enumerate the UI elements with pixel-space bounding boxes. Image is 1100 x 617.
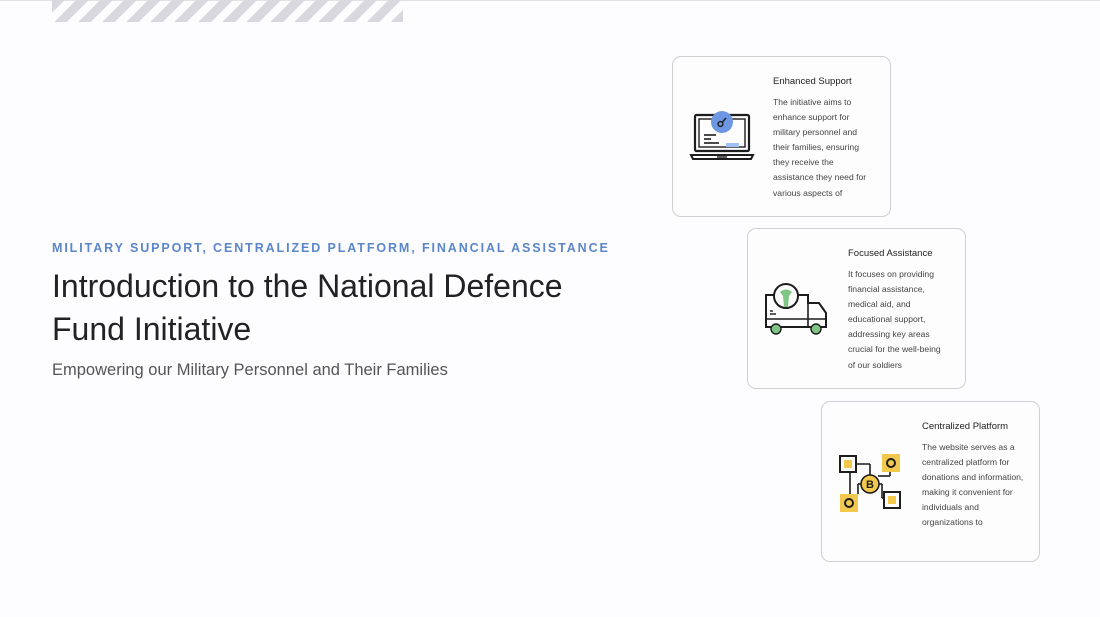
hero-section: MILITARY SUPPORT, CENTRALIZED PLATFORM, … xyxy=(52,241,652,380)
network-hub-letter: B xyxy=(866,479,874,491)
page-title-line-2: Fund Initiative xyxy=(52,311,252,347)
page-subtitle: Empowering our Military Personnel and Th… xyxy=(52,361,448,379)
card-title: Centralized Platform xyxy=(922,421,1009,432)
page-title: Introduction to the National Defence Fun… xyxy=(52,265,652,351)
card-title: Focused Assistance xyxy=(848,248,933,259)
card-description: The website serves as a centralized plat… xyxy=(922,442,1024,528)
card-description: It focuses on providing financial assist… xyxy=(848,269,941,370)
card-title: Enhanced Support xyxy=(773,76,852,87)
card-centralized-platform: B Centralized Platform The website serve… xyxy=(821,401,1040,562)
laptop-gauge-icon xyxy=(689,109,755,171)
card-focused-assistance: Focused Assistance It focuses on providi… xyxy=(747,228,966,389)
network-hub-icon: B xyxy=(838,454,904,516)
hero-tags: MILITARY SUPPORT, CENTRALIZED PLATFORM, … xyxy=(52,241,610,255)
truck-wrench-icon xyxy=(764,281,830,343)
decorative-stripe-band xyxy=(52,0,403,22)
card-description: The initiative aims to enhance support f… xyxy=(773,97,867,198)
card-enhanced-support: Enhanced Support The initiative aims to … xyxy=(672,56,891,217)
page-title-line-1: Introduction to the National Defence xyxy=(52,268,563,304)
